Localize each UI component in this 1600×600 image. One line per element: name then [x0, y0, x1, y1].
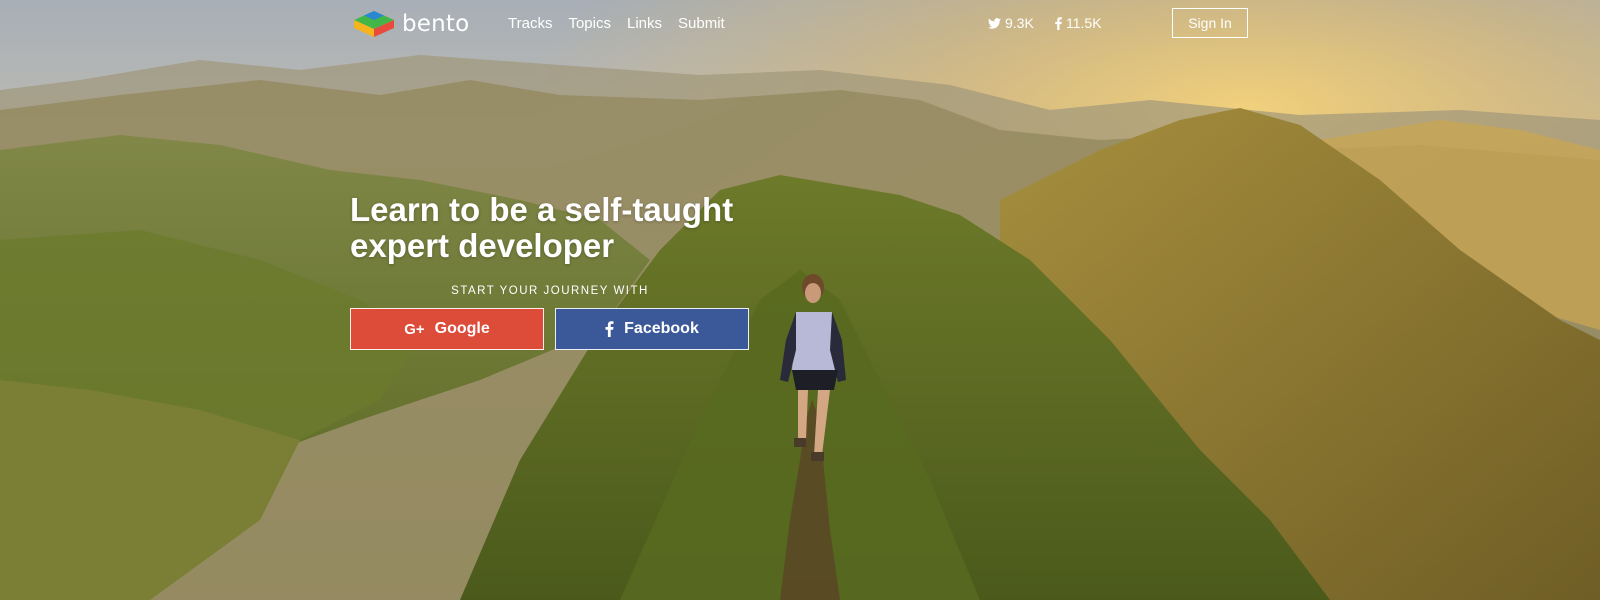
bento-logo-icon: [354, 11, 394, 37]
twitter-follow-link[interactable]: 9.3K: [988, 15, 1034, 31]
facebook-button-label: Facebook: [624, 320, 699, 337]
sign-in-button[interactable]: Sign In: [1172, 8, 1248, 38]
google-plus-icon: G+: [404, 320, 425, 338]
hero-subtitle: START YOUR JOURNEY WITH: [451, 285, 649, 297]
brand-logo[interactable]: bento: [352, 9, 469, 39]
twitter-icon: [988, 17, 1001, 29]
nav-submit[interactable]: Submit: [678, 15, 725, 32]
facebook-follow-link[interactable]: 11.5K: [1055, 15, 1102, 31]
nav-links[interactable]: Links: [627, 15, 662, 32]
google-button-label: Google: [434, 320, 490, 337]
facebook-count: 11.5K: [1066, 15, 1102, 31]
hero-title: Learn to be a self-taught expert develop…: [350, 191, 734, 264]
nav-topics[interactable]: Topics: [568, 15, 611, 32]
top-navigation-bar: bento Tracks Topics Links Submit 9.3K 11…: [0, 0, 1600, 50]
twitter-count: 9.3K: [1005, 15, 1034, 31]
google-signin-button[interactable]: G+ Google: [350, 308, 544, 350]
facebook-icon: [1055, 16, 1062, 30]
brand-name: bento: [402, 11, 470, 37]
facebook-f-icon: [605, 321, 614, 337]
hero-background-image: [0, 0, 1600, 600]
nav-tracks[interactable]: Tracks: [508, 15, 552, 32]
facebook-signin-button[interactable]: Facebook: [555, 308, 749, 350]
main-nav: Tracks Topics Links Submit: [508, 15, 725, 32]
